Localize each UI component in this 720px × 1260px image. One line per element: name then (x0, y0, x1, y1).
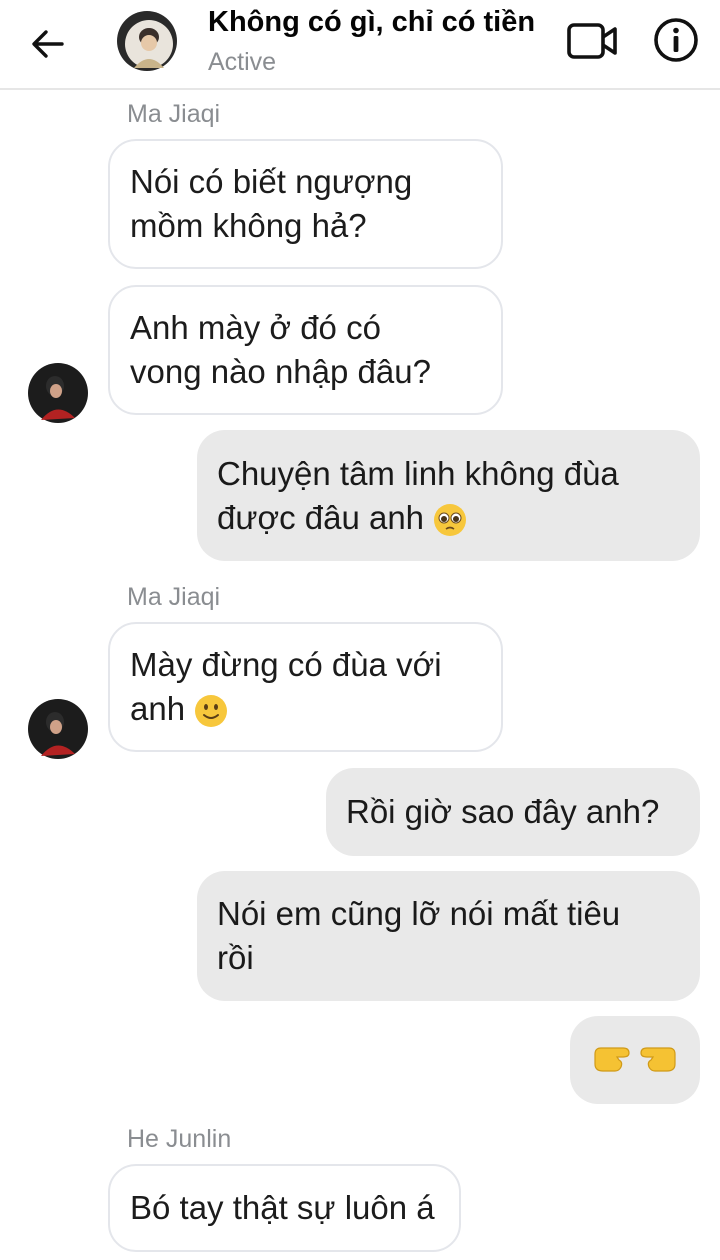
pleading-face-emoji-icon (434, 503, 467, 536)
outgoing-message[interactable]: Rồi giờ sao đây anh? (326, 768, 700, 856)
chat-avatar[interactable] (116, 10, 178, 72)
pointing-hands-emoji-icon (594, 1047, 676, 1072)
sender-avatar[interactable] (27, 698, 89, 760)
message-text: được đâu anh (217, 498, 425, 536)
chat-title: Không có gì, chỉ có tiền (208, 6, 536, 38)
outgoing-message[interactable]: Chuyện tâm linh không đùa được đâu anh (197, 430, 700, 561)
outgoing-message[interactable]: Nói em cũng lỡ nói mất tiêu rồi (197, 871, 700, 1001)
message-text: Anh mày ở đó có (130, 309, 381, 346)
message-text: Chuyện tâm linh không đùa (217, 454, 619, 492)
message-text: Rồi giờ sao đây anh? (346, 793, 660, 830)
message-text: anh (130, 690, 186, 727)
incoming-message[interactable]: Mày đừng có đùa với anh (108, 622, 503, 752)
video-call-icon[interactable] (566, 20, 618, 62)
info-icon[interactable] (652, 16, 700, 64)
message-text: Bó tay thật sự luôn á (130, 1189, 435, 1226)
incoming-message[interactable]: Bó tay thật sự luôn á (108, 1164, 461, 1252)
message-text: mồm không hả? (130, 207, 367, 244)
chat-status: Active (208, 48, 277, 76)
chat-header: Không có gì, chỉ có tiền Active (0, 0, 720, 90)
sender-name: Ma Jiaqi (127, 100, 221, 128)
message-text: Mày đừng có đùa với (130, 646, 442, 683)
incoming-message[interactable]: Anh mày ở đó có vong nào nhập đâu? (108, 285, 503, 415)
sender-name: He Junlin (127, 1125, 232, 1153)
back-arrow-icon[interactable] (26, 22, 70, 66)
incoming-message[interactable]: Nói có biết ngượng mồm không hả? (108, 139, 503, 269)
message-text: Nói em cũng lỡ nói mất tiêu (217, 895, 621, 932)
message-text: Nói có biết ngượng (130, 163, 413, 200)
slightly-smiling-face-emoji-icon (195, 695, 228, 728)
message-text: vong nào nhập đâu? (130, 353, 431, 390)
outgoing-message[interactable] (570, 1016, 700, 1104)
sender-name: Ma Jiaqi (127, 583, 221, 611)
sender-avatar[interactable] (27, 362, 89, 424)
message-text: rồi (217, 939, 254, 976)
